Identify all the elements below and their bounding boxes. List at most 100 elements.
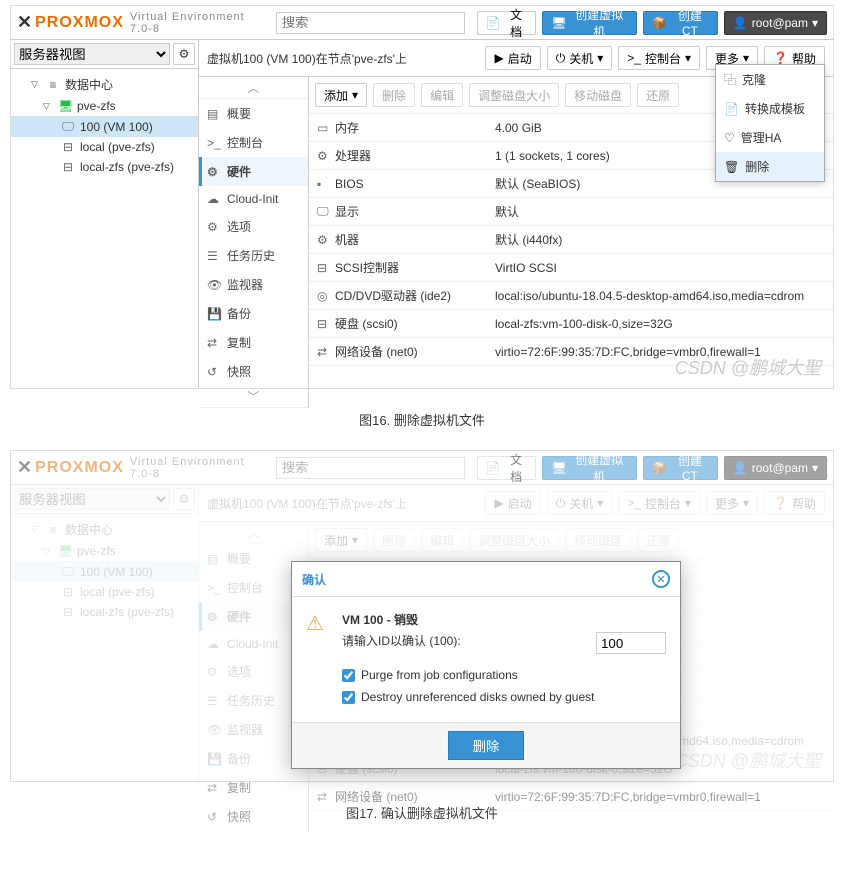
hw-key: 处理器 xyxy=(335,147,495,164)
main-area: 服务器视图 ⚙ ▽≡数据中心 ▽🖥pve-zfs 🖵100 (VM 100) ⊟… xyxy=(11,40,833,388)
version-text: Virtual Environment 7.0-8 xyxy=(130,456,270,480)
tree-node[interactable]: ▽🖥pve-zfs xyxy=(11,96,198,116)
menu-delete[interactable]: 🗑删除 xyxy=(716,152,824,181)
warning-icon: ⚠ xyxy=(306,611,330,635)
resource-tree: ▽≡数据中心 ▽🖥pve-zfs 🖵100 (VM 100) ⊟local (p… xyxy=(11,69,198,181)
chevron-down-icon: ▾ xyxy=(685,51,691,65)
tab-summary[interactable]: ▤概要 xyxy=(199,99,308,128)
power-icon: ⏻ xyxy=(556,51,566,66)
tab-cloudinit[interactable]: ☁Cloud-Init xyxy=(199,186,308,212)
terminal-icon: >_ xyxy=(207,136,221,150)
tab-replication[interactable]: ⇄复制 xyxy=(199,328,308,357)
more-dropdown: ⿻克隆 📄转换成模板 ♡管理HA 🗑删除 xyxy=(715,64,825,182)
create-vm-button[interactable]: 🖥创建虚拟机 xyxy=(542,11,637,35)
hw-row[interactable]: ⚙机器默认 (i440fx) xyxy=(309,226,833,254)
collapse-up-icon[interactable]: ︿ xyxy=(199,77,308,99)
hw-row[interactable]: ⇄网络设备 (net0)virtio=72:6F:99:35:7D:FC,bri… xyxy=(309,783,833,811)
edit-button[interactable]: 编辑 xyxy=(421,83,463,107)
cloud-icon: ☁ xyxy=(207,192,221,206)
history-icon: ↺ xyxy=(207,365,221,379)
tree-storage-localzfs[interactable]: ⊟local-zfs (pve-zfs) xyxy=(11,157,198,177)
hw-value: local-zfs:vm-100-disk-0,size=32G xyxy=(495,317,825,331)
hw-icon: ⚙ xyxy=(317,149,335,163)
help-icon: ❓ xyxy=(773,51,788,65)
add-button[interactable]: 添加▾ xyxy=(315,83,367,107)
gear-icon: ⚙ xyxy=(179,47,190,61)
monitor-icon: 🖥 xyxy=(551,16,566,30)
dialog-heading: VM 100 - 销毁 xyxy=(342,611,666,628)
chevron-down-icon: ▾ xyxy=(812,16,818,30)
user-menu-button[interactable]: 👤root@pam▾ xyxy=(724,456,827,480)
delete-button[interactable]: 删除 xyxy=(448,731,525,760)
destroy-checkbox[interactable] xyxy=(342,691,355,704)
hw-row[interactable]: ⊟SCSI控制器VirtIO SCSI xyxy=(309,254,833,282)
confirm-id-input[interactable] xyxy=(596,632,666,654)
logo-x-icon: ✕ xyxy=(17,457,33,478)
docs-button[interactable]: 📄文档 xyxy=(477,11,537,35)
hw-key: SCSI控制器 xyxy=(335,259,495,276)
hw-value: 默认 (i440fx) xyxy=(495,231,825,248)
hw-icon: ◎ xyxy=(317,289,335,303)
settings-button[interactable]: ⚙ xyxy=(173,43,195,65)
hw-row[interactable]: ◎CD/DVD驱动器 (ide2)local:iso/ubuntu-18.04.… xyxy=(309,282,833,310)
remove-button[interactable]: 删除 xyxy=(373,83,415,107)
user-menu-button[interactable]: 👤root@pam▾ xyxy=(724,11,827,35)
copy-icon: ⿻ xyxy=(724,71,736,88)
view-selector[interactable]: 服务器视图 xyxy=(14,43,170,65)
tab-snapshot[interactable]: ↺快照 xyxy=(199,802,308,831)
hw-row[interactable]: 🖵显示默认 xyxy=(309,198,833,226)
storage-icon: ⊟ xyxy=(61,140,75,154)
dialog-body: ⚠ VM 100 - 销毁 请输入ID以确认 (100): Purge from… xyxy=(292,597,680,722)
hw-key: 硬盘 (scsi0) xyxy=(335,315,495,332)
file-icon: 📄 xyxy=(724,102,739,116)
hw-key: BIOS xyxy=(335,177,495,191)
console-button[interactable]: >_控制台▾ xyxy=(618,46,700,70)
tab-console[interactable]: >_控制台 xyxy=(199,128,308,157)
history-icon: ↺ xyxy=(207,810,221,824)
close-button[interactable]: ✕ xyxy=(652,570,670,588)
menu-ha[interactable]: ♡管理HA xyxy=(716,123,824,152)
create-ct-button[interactable]: 📦创建CT xyxy=(643,456,718,480)
hw-icon: ▭ xyxy=(317,121,335,135)
tab-taskhistory[interactable]: ☰任务历史 xyxy=(199,241,308,270)
search-input[interactable] xyxy=(276,457,465,479)
collapse-down-icon[interactable]: ﹀ xyxy=(199,386,308,408)
tab-monitor[interactable]: 👁监视器 xyxy=(199,270,308,299)
tab-snapshot[interactable]: ↺快照 xyxy=(199,357,308,386)
tab-backup[interactable]: 💾备份 xyxy=(199,299,308,328)
search-input[interactable] xyxy=(276,12,465,34)
monitor-icon: 🖥 xyxy=(551,461,566,475)
hw-icon: ⇄ xyxy=(317,790,335,804)
terminal-icon: >_ xyxy=(627,51,641,65)
tree-storage-local[interactable]: ⊟local (pve-zfs) xyxy=(11,137,198,157)
cube-icon: 📦 xyxy=(652,16,667,30)
tab-options[interactable]: ⚙选项 xyxy=(199,212,308,241)
side-tabs: ︿ ▤概要 >_控制台 ⚙硬件 ☁Cloud-Init ⚙选项 ☰任务历史 👁监… xyxy=(199,77,309,408)
dialog-footer: 删除 xyxy=(292,722,680,768)
shutdown-button[interactable]: ⏻关机▾ xyxy=(547,46,613,70)
hw-value: local:iso/ubuntu-18.04.5-desktop-amd64.i… xyxy=(495,289,825,303)
page-title: 虚拟机100 (VM 100)在节点'pve-zfs'上 xyxy=(207,50,479,67)
cube-icon: 📦 xyxy=(652,461,667,475)
docs-button[interactable]: 📄文档 xyxy=(477,456,537,480)
purge-checkbox[interactable] xyxy=(342,669,355,682)
hw-key: CD/DVD驱动器 (ide2) xyxy=(335,287,495,304)
menu-template[interactable]: 📄转换成模板 xyxy=(716,94,824,123)
hw-row[interactable]: ⊟硬盘 (scsi0)local-zfs:vm-100-disk-0,size=… xyxy=(309,310,833,338)
start-button[interactable]: ▶启动 xyxy=(485,46,540,70)
menu-clone[interactable]: ⿻克隆 xyxy=(716,65,824,94)
chevron-down-icon: ▾ xyxy=(352,88,358,102)
version-text: Virtual Environment 7.0-8 xyxy=(130,11,270,35)
tab-hardware[interactable]: ⚙硬件 xyxy=(199,157,308,186)
revert-button[interactable]: 还原 xyxy=(637,83,679,107)
tree-datacenter[interactable]: ▽≡数据中心 xyxy=(11,73,198,96)
move-button[interactable]: 移动磁盘 xyxy=(565,83,631,107)
tree-vm-100[interactable]: 🖵100 (VM 100) xyxy=(11,116,198,137)
brand-text: PROXMOX xyxy=(35,459,124,477)
create-ct-button[interactable]: 📦创建CT xyxy=(643,11,718,35)
create-vm-button[interactable]: 🖥创建虚拟机 xyxy=(542,456,637,480)
save-icon: 💾 xyxy=(207,307,221,321)
screenshot-2: ✕ PROXMOX Virtual Environment 7.0-8 📄文档 … xyxy=(10,450,834,782)
resize-button[interactable]: 调整磁盘大小 xyxy=(469,83,559,107)
heart-icon: ♡ xyxy=(724,131,735,145)
